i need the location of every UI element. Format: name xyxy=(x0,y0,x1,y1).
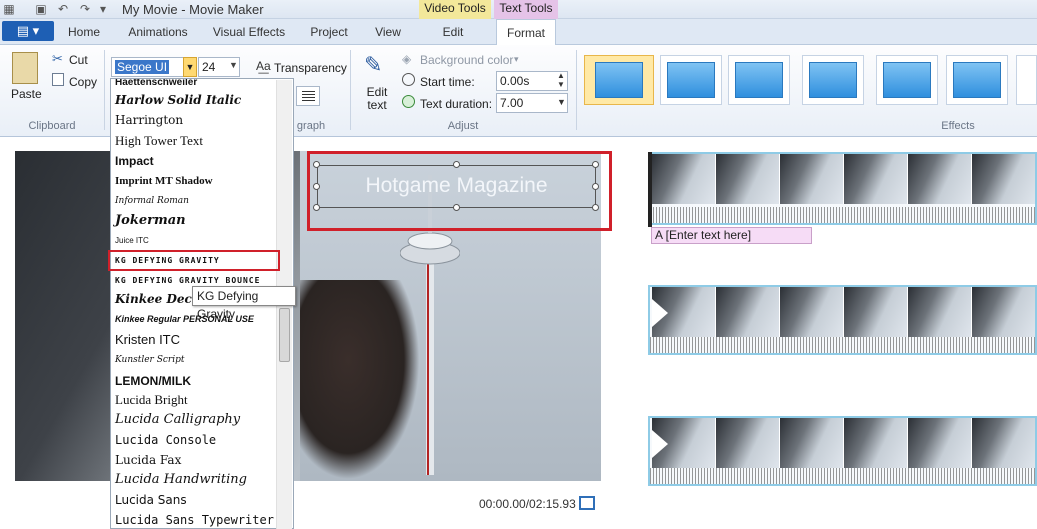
background-color-icon: ◈ xyxy=(402,52,412,66)
edit-text-button[interactable]: Edit text xyxy=(366,86,388,112)
adjust-group-label: Adjust xyxy=(447,120,479,132)
font-tooltip: KG Defying Gravity xyxy=(192,286,296,321)
edit-text-icon[interactable]: ✎ xyxy=(364,52,390,82)
font-size-value: 24 xyxy=(202,60,216,74)
align-lines-icon xyxy=(302,91,315,101)
copy-icon xyxy=(52,73,64,86)
font-option[interactable]: High Tower Text xyxy=(115,131,291,151)
font-option[interactable]: Informal Roman xyxy=(115,191,291,211)
font-option[interactable]: Lucida Console xyxy=(115,430,291,450)
caption-text: Hotgame Magazine xyxy=(365,174,548,197)
undo-icon[interactable]: ↶ xyxy=(56,2,70,16)
effects-group-label: Effects xyxy=(941,120,975,132)
font-option[interactable]: Lucida Handwriting xyxy=(115,470,291,490)
redo-icon[interactable]: ↷ xyxy=(78,2,92,16)
font-option[interactable]: Harrington xyxy=(115,110,291,130)
effect-more[interactable] xyxy=(1016,55,1037,105)
font-option[interactable]: Juice ITC xyxy=(115,231,291,251)
window-title: My Movie - Movie Maker xyxy=(122,2,264,17)
storyboard-clip-2[interactable] xyxy=(648,285,1037,355)
resize-handle[interactable] xyxy=(592,161,599,168)
video-tools-context-tab: Video Tools xyxy=(419,0,491,19)
resize-handle[interactable] xyxy=(453,161,460,168)
cut-button[interactable]: Cut xyxy=(69,53,88,67)
paragraph-group-label: graph xyxy=(296,120,326,132)
start-time-clock-icon xyxy=(402,73,415,86)
text-duration-dropdown-icon[interactable]: ▼ xyxy=(557,97,566,107)
font-size-dropdown-icon[interactable]: ▼ xyxy=(229,60,238,70)
tab-animations[interactable]: Animations xyxy=(124,19,192,45)
resize-handle[interactable] xyxy=(313,204,320,211)
resize-handle[interactable] xyxy=(453,204,460,211)
transition-marker-icon xyxy=(652,299,668,327)
copy-button[interactable]: Copy xyxy=(69,75,97,89)
clipboard-group-label: Clipboard xyxy=(28,120,76,132)
customize-quick-access-icon[interactable]: ▾ xyxy=(96,2,110,16)
tab-edit[interactable]: Edit xyxy=(432,19,474,45)
effect-none[interactable] xyxy=(584,55,654,105)
group-separator xyxy=(576,50,577,130)
background-color-dropdown-icon[interactable]: ▾ xyxy=(514,54,519,65)
highlighted-font-option-outline xyxy=(108,250,280,271)
effect-fly-in-right[interactable] xyxy=(876,55,938,105)
font-option[interactable]: Impact xyxy=(115,151,291,171)
effect-stretch[interactable] xyxy=(728,55,790,105)
paste-icon[interactable] xyxy=(12,52,38,84)
text-duration-icon xyxy=(402,95,415,108)
font-option[interactable]: Lucida Sans xyxy=(115,490,291,510)
font-option[interactable]: Imprint MT Shadow xyxy=(115,171,291,191)
font-option[interactable]: Harlow Solid Italic xyxy=(115,90,291,110)
paragraph-align-icon[interactable] xyxy=(296,86,320,106)
transition-marker-icon xyxy=(652,430,668,458)
font-option[interactable]: Kunstler Script xyxy=(115,350,291,370)
tab-home[interactable]: Home xyxy=(62,19,106,45)
start-time-value: 0.00s xyxy=(500,74,530,88)
caption-track-item[interactable]: A [Enter text here] xyxy=(651,227,812,244)
font-option[interactable]: Lucida Bright xyxy=(115,390,291,410)
text-duration-value: 7.00 xyxy=(500,96,524,110)
start-time-spinner-icon[interactable]: ▲ ▼ xyxy=(557,71,565,89)
font-option[interactable]: Jokerman xyxy=(115,211,291,231)
text-tools-context-tab: Text Tools xyxy=(494,0,558,19)
tab-format[interactable]: Format xyxy=(496,19,556,45)
storyboard-clip-1[interactable] xyxy=(648,152,1037,225)
effect-fly-in-left[interactable] xyxy=(802,55,864,105)
font-list-scroll-thumb[interactable] xyxy=(279,308,290,362)
group-separator xyxy=(104,50,105,130)
tab-project[interactable]: Project xyxy=(306,19,352,45)
file-menu-button[interactable]: ▤ ▾ xyxy=(2,21,54,41)
resize-handle[interactable] xyxy=(313,161,320,168)
tab-visual-effects[interactable]: Visual Effects xyxy=(209,19,289,45)
cut-icon: ✂ xyxy=(52,51,63,66)
transparency-button[interactable]: Transparency xyxy=(274,61,347,75)
paste-button[interactable]: Paste xyxy=(11,87,42,101)
background-color-button[interactable]: Background color xyxy=(420,53,513,67)
text-duration-label: Text duration: xyxy=(420,97,493,111)
effect-swing[interactable] xyxy=(946,55,1008,105)
tab-view[interactable]: View xyxy=(370,19,406,45)
playback-time: 00:00.00/02:15.93 xyxy=(479,497,576,511)
transparency-icon: A͟a xyxy=(256,59,271,73)
font-option[interactable]: Kristen ITC xyxy=(115,330,291,350)
person-silhouette xyxy=(300,280,420,480)
font-option[interactable]: Lucida Fax xyxy=(115,450,291,470)
storyboard-clip-3[interactable] xyxy=(648,416,1037,486)
font-option[interactable]: Lucida Calligraphy xyxy=(115,410,291,430)
font-family-value: Segoe UI xyxy=(115,60,170,74)
font-family-dropdown-icon[interactable]: ▼ xyxy=(183,57,197,77)
group-separator xyxy=(350,50,351,130)
playhead-indicator[interactable] xyxy=(648,152,652,227)
fullscreen-preview-icon[interactable] xyxy=(579,496,595,510)
font-option[interactable]: Lucida Sans Typewriter xyxy=(115,510,291,528)
font-option[interactable]: LEMON/MILK xyxy=(115,371,291,391)
save-icon[interactable]: ▣ xyxy=(34,2,48,16)
movie-maker-app-icon[interactable]: ▦ xyxy=(2,2,16,16)
effect-scroll[interactable] xyxy=(660,55,722,105)
resize-handle[interactable] xyxy=(592,204,599,211)
start-time-label: Start time: xyxy=(420,75,475,89)
